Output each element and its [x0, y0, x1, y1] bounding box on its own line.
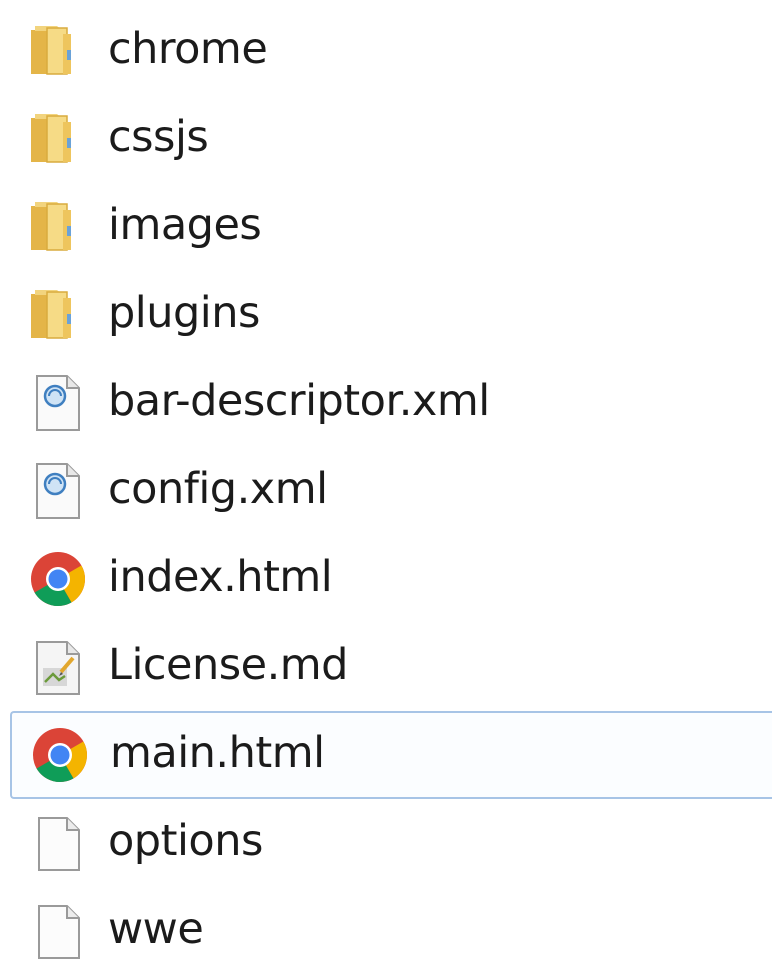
file-name: options [108, 816, 263, 866]
file-name: License.md [108, 640, 348, 690]
file-name: index.html [108, 552, 333, 602]
file-row-chrome[interactable]: chrome [0, 7, 772, 95]
file-row-bar-descriptor[interactable]: bar-descriptor.xml [0, 359, 772, 447]
file-name: images [108, 200, 262, 250]
folder-icon [27, 196, 89, 258]
file-row-config[interactable]: config.xml [0, 447, 772, 535]
file-name: wwe [108, 904, 204, 954]
file-list: chrome cssjs images plugins bar-descript… [0, 7, 772, 975]
blank-file-icon [27, 900, 89, 962]
file-row-license[interactable]: License.md [0, 623, 772, 711]
chrome-icon [29, 724, 91, 786]
file-name: cssjs [108, 112, 209, 162]
file-row-cssjs[interactable]: cssjs [0, 95, 772, 183]
file-name: config.xml [108, 464, 328, 514]
file-row-images[interactable]: images [0, 183, 772, 271]
xml-file-icon [27, 460, 89, 522]
folder-icon [27, 284, 89, 346]
folder-icon [27, 108, 89, 170]
file-name: plugins [108, 288, 260, 338]
file-row-main[interactable]: main.html [10, 711, 772, 799]
file-name: main.html [110, 728, 325, 778]
file-row-plugins[interactable]: plugins [0, 271, 772, 359]
folder-icon [27, 20, 89, 82]
file-row-index[interactable]: index.html [0, 535, 772, 623]
file-row-wwe[interactable]: wwe [0, 887, 772, 975]
xml-file-icon [27, 372, 89, 434]
text-file-icon [27, 636, 89, 698]
file-row-options[interactable]: options [0, 799, 772, 887]
file-name: bar-descriptor.xml [108, 376, 490, 426]
chrome-icon [27, 548, 89, 610]
blank-file-icon [27, 812, 89, 874]
file-name: chrome [108, 24, 268, 74]
